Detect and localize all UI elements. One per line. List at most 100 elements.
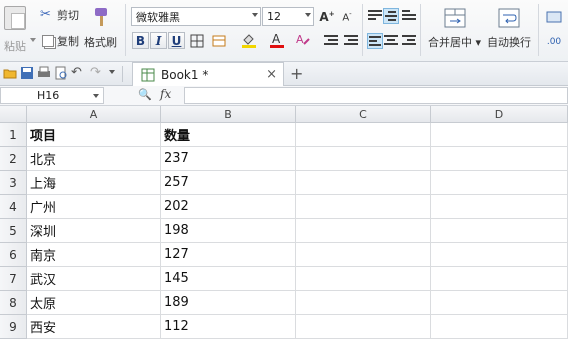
number-format-button[interactable] bbox=[545, 8, 563, 26]
fill-color-button[interactable] bbox=[240, 31, 258, 49]
cell-a6[interactable]: 南京 bbox=[27, 243, 161, 267]
cell-b4[interactable]: 202 bbox=[161, 195, 296, 219]
ribbon: 粘贴 ✂ 剪切 复制 格式刷 微软雅黑 12 A+ A- B I U A A 合… bbox=[0, 0, 568, 62]
cell-a1[interactable]: 项目 bbox=[27, 123, 161, 147]
tab-book1[interactable]: Book1 * × bbox=[132, 62, 284, 86]
increase-font-size-button[interactable]: A+ bbox=[318, 8, 336, 26]
row-header[interactable]: 8 bbox=[0, 291, 27, 315]
cell-d1[interactable] bbox=[431, 123, 568, 147]
insert-function-button[interactable]: fx bbox=[160, 87, 171, 101]
format-painter-button[interactable]: 格式刷 bbox=[84, 6, 117, 50]
column-header-a[interactable]: A bbox=[27, 106, 161, 123]
align-top-button[interactable] bbox=[367, 8, 383, 24]
cell-b7[interactable]: 145 bbox=[161, 267, 296, 291]
cell-a3[interactable]: 上海 bbox=[27, 171, 161, 195]
cell-b6[interactable]: 127 bbox=[161, 243, 296, 267]
group-separator bbox=[125, 4, 126, 56]
cell-a5[interactable]: 深圳 bbox=[27, 219, 161, 243]
cell-c5[interactable] bbox=[296, 219, 431, 243]
cell-d2[interactable] bbox=[431, 147, 568, 171]
column-header-b[interactable]: B bbox=[161, 106, 296, 123]
cell-a2[interactable]: 北京 bbox=[27, 147, 161, 171]
row-header[interactable]: 1 bbox=[0, 123, 27, 147]
cell-d3[interactable] bbox=[431, 171, 568, 195]
cell-a8[interactable]: 太原 bbox=[27, 291, 161, 315]
cell-b5[interactable]: 198 bbox=[161, 219, 296, 243]
cell-d9[interactable] bbox=[431, 315, 568, 339]
formula-input[interactable] bbox=[184, 87, 568, 104]
cell-c3[interactable] bbox=[296, 171, 431, 195]
name-box[interactable]: H16 bbox=[0, 87, 104, 104]
increase-decimal-button[interactable]: .00 bbox=[545, 33, 563, 51]
close-icon[interactable]: × bbox=[266, 67, 277, 82]
cell-c6[interactable] bbox=[296, 243, 431, 267]
paste-button[interactable]: 粘贴 bbox=[4, 6, 26, 54]
cell-b9[interactable]: 112 bbox=[161, 315, 296, 339]
cell-b3[interactable]: 257 bbox=[161, 171, 296, 195]
indent-increase-button[interactable] bbox=[342, 32, 360, 50]
clear-format-button[interactable]: A bbox=[294, 31, 312, 49]
zoom-search-icon[interactable]: 🔍 bbox=[138, 88, 152, 101]
align-bottom-button[interactable] bbox=[401, 8, 417, 24]
cell-d4[interactable] bbox=[431, 195, 568, 219]
undo-icon[interactable]: ↶ bbox=[71, 66, 85, 80]
row-header[interactable]: 9 bbox=[0, 315, 27, 339]
group-separator bbox=[362, 4, 363, 56]
cell-c4[interactable] bbox=[296, 195, 431, 219]
cell-a7[interactable]: 武汉 bbox=[27, 267, 161, 291]
cell-style-button[interactable] bbox=[210, 32, 228, 50]
column-header-c[interactable]: C bbox=[296, 106, 431, 123]
cell-b8[interactable]: 189 bbox=[161, 291, 296, 315]
print-preview-icon[interactable] bbox=[54, 66, 68, 80]
open-folder-icon[interactable] bbox=[3, 66, 17, 80]
column-header-d[interactable]: D bbox=[431, 106, 568, 123]
bold-button[interactable]: B bbox=[132, 32, 149, 49]
borders-button[interactable] bbox=[188, 32, 206, 50]
save-icon[interactable] bbox=[20, 66, 34, 80]
cell-c1[interactable] bbox=[296, 123, 431, 147]
row-header[interactable]: 7 bbox=[0, 267, 27, 291]
svg-text:A: A bbox=[272, 32, 281, 46]
select-all-corner[interactable] bbox=[0, 106, 27, 123]
font-name-select[interactable]: 微软雅黑 bbox=[131, 7, 261, 26]
align-left-button[interactable] bbox=[367, 33, 383, 49]
row-header[interactable]: 6 bbox=[0, 243, 27, 267]
cell-c9[interactable] bbox=[296, 315, 431, 339]
cut-button[interactable]: ✂ 剪切 bbox=[40, 6, 79, 24]
row-header[interactable]: 4 bbox=[0, 195, 27, 219]
font-color-button[interactable]: A bbox=[268, 31, 286, 49]
paste-dropdown-icon[interactable] bbox=[30, 38, 36, 42]
cut-label: 剪切 bbox=[57, 9, 79, 22]
cell-b1[interactable]: 数量 bbox=[161, 123, 296, 147]
row-header[interactable]: 5 bbox=[0, 219, 27, 243]
cell-d8[interactable] bbox=[431, 291, 568, 315]
customize-toolbar-chevron-icon[interactable] bbox=[109, 70, 115, 74]
print-icon[interactable] bbox=[37, 66, 51, 80]
cell-d7[interactable] bbox=[431, 267, 568, 291]
cell-d6[interactable] bbox=[431, 243, 568, 267]
decrease-font-size-button[interactable]: A- bbox=[338, 8, 356, 26]
align-right-button[interactable] bbox=[401, 33, 417, 49]
new-tab-button[interactable]: + bbox=[290, 64, 303, 83]
merge-center-button[interactable]: 合并居中 ▾ bbox=[428, 8, 481, 50]
currency-icon bbox=[546, 11, 562, 23]
indent-decrease-button[interactable] bbox=[322, 32, 340, 50]
cell-c7[interactable] bbox=[296, 267, 431, 291]
cell-c8[interactable] bbox=[296, 291, 431, 315]
cell-a9[interactable]: 西安 bbox=[27, 315, 161, 339]
row-header[interactable]: 3 bbox=[0, 171, 27, 195]
wrap-text-button[interactable]: 自动换行 bbox=[487, 8, 531, 50]
copy-button[interactable]: 复制 bbox=[42, 32, 79, 50]
row-header[interactable]: 2 bbox=[0, 147, 27, 171]
underline-button[interactable]: U bbox=[168, 32, 185, 49]
redo-icon[interactable]: ↷ bbox=[90, 66, 104, 80]
font-size-select[interactable]: 12 bbox=[262, 7, 314, 26]
align-center-button[interactable] bbox=[383, 33, 399, 49]
align-middle-button[interactable] bbox=[383, 8, 399, 24]
cell-c2[interactable] bbox=[296, 147, 431, 171]
italic-button[interactable]: I bbox=[150, 32, 167, 49]
cell-a4[interactable]: 广州 bbox=[27, 195, 161, 219]
cell-d5[interactable] bbox=[431, 219, 568, 243]
wrap-text-label: 自动换行 bbox=[487, 36, 531, 49]
cell-b2[interactable]: 237 bbox=[161, 147, 296, 171]
